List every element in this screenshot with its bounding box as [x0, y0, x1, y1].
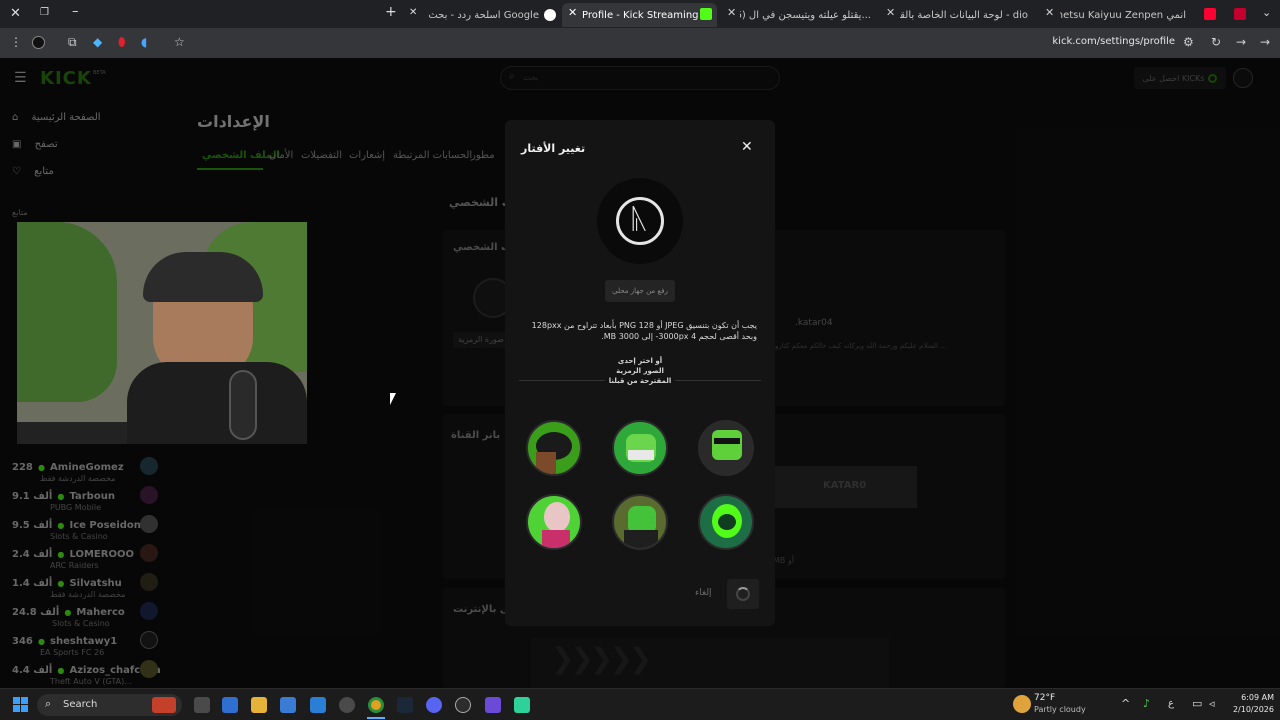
desk	[17, 422, 127, 444]
browser-toolbar: ⋮ ⧉ ◆ ⬮ ◖ ☆ kick.com/settings/profile ⚙ …	[0, 28, 1280, 58]
microphone	[229, 370, 257, 440]
avatar-body	[536, 452, 556, 474]
avatar-requirements: يجب أن تكون بتنسيق JPEG أو PNG 128 بأبعا…	[531, 321, 757, 341]
ms-store-icon[interactable]	[280, 697, 296, 713]
youtube-tab-icon[interactable]	[1204, 8, 1216, 20]
weather-desc: Partly cloudy	[1034, 705, 1086, 714]
weather-icon[interactable]	[1013, 695, 1031, 713]
taskbar-search-label: Search	[63, 699, 98, 710]
cancel-button[interactable]: إلغاء	[695, 588, 712, 598]
steam-icon[interactable]	[397, 697, 413, 713]
tab-close-icon[interactable]: ✕	[886, 6, 895, 19]
tab-label: (16) يقتلو عيلته ويتيسجن في ال...	[740, 9, 871, 21]
bookmark-star-icon[interactable]: ☆	[174, 35, 185, 49]
save-button-loading[interactable]	[727, 579, 759, 609]
volume-icon[interactable]: ◃	[1209, 697, 1215, 710]
streamer-shirt	[127, 362, 307, 444]
avatar-face	[712, 430, 742, 460]
tab-anime[interactable]: Shimetsu Kaiyuu Zenpen انمي	[1060, 3, 1190, 27]
profile-avatar-icon[interactable]	[32, 36, 45, 49]
outlook-icon[interactable]	[310, 697, 326, 713]
tab-close-icon[interactable]: ✕	[727, 6, 736, 19]
tab-close-icon[interactable]: ✕	[1045, 6, 1054, 19]
url-field[interactable]: kick.com/settings/profile	[1000, 36, 1175, 47]
tab-search-icon[interactable]: ⌄	[1262, 6, 1271, 19]
tab-kick-profile[interactable]: Profile - Kick Streaming	[562, 3, 717, 27]
extension-shield-icon[interactable]: ⬮	[118, 35, 126, 50]
google-icon	[544, 9, 556, 21]
obs-icon[interactable]	[455, 697, 471, 713]
ms-office-icon[interactable]	[222, 697, 238, 713]
taskbar-search-input[interactable]: ⌕ Search	[37, 694, 182, 716]
minimize-window-icon[interactable]: –	[72, 4, 79, 19]
app-icon[interactable]	[514, 697, 530, 713]
youtube-pinned-icon[interactable]	[1234, 8, 1246, 20]
suggested-avatar-4[interactable]	[526, 494, 582, 550]
task-view-icon[interactable]	[194, 697, 210, 713]
suggested-avatar-5[interactable]	[612, 494, 668, 550]
menu-dots-icon[interactable]: ⋮	[10, 35, 22, 49]
tab-youtube-video[interactable]: (16) يقتلو عيلته ويتيسجن في ال...	[740, 3, 875, 27]
show-hidden-icons-icon[interactable]: ^	[1121, 697, 1130, 710]
network-icon[interactable]: ▭	[1192, 697, 1202, 710]
tab-label: لوحة البيانات الخاصة بالقناة - dio	[900, 9, 1028, 21]
avatar-face	[718, 514, 736, 530]
tab-label: اسلحة ردد - بحث Google	[428, 9, 539, 21]
avatar-mask	[628, 450, 654, 460]
kick-favicon-icon	[700, 8, 712, 20]
flame-emblem-icon: ᚣ	[631, 202, 648, 235]
mouse-cursor-icon	[390, 393, 396, 405]
loading-spinner-icon	[736, 587, 750, 601]
chrome-icon[interactable]	[368, 697, 384, 713]
search-highlight-icon	[152, 697, 176, 713]
suggested-avatar-3[interactable]	[698, 420, 754, 476]
active-app-indicator	[367, 717, 385, 719]
input-language-indicator[interactable]: ع	[1168, 698, 1174, 709]
headphones	[143, 252, 263, 302]
site-settings-icon[interactable]: ⚙	[1183, 35, 1194, 49]
new-tab-icon[interactable]: +	[385, 4, 397, 20]
webcam-overlay	[17, 222, 307, 444]
tab-google-search[interactable]: اسلحة ردد - بحث Google	[425, 3, 560, 27]
upload-local-button[interactable]: رفع من جهاز محلي	[605, 280, 675, 302]
windows-start-icon[interactable]	[13, 697, 29, 713]
extension-diamond-icon[interactable]: ◆	[93, 35, 102, 49]
tab-label: Profile - Kick Streaming	[582, 9, 699, 21]
close-window-icon[interactable]: ✕	[10, 6, 21, 21]
microphone-icon[interactable]: ♪	[1143, 697, 1150, 710]
windows-taskbar: ⌕ Search 72°F Partly cloudy ^ ♪ ع ▭ ◃ 6:…	[0, 688, 1280, 720]
tab-close-icon[interactable]: ✕	[409, 7, 417, 18]
suggested-avatar-1[interactable]	[526, 420, 582, 476]
plant-left	[17, 222, 117, 402]
back-icon[interactable]: →	[1260, 35, 1270, 49]
reload-icon[interactable]: ↻	[1211, 35, 1221, 49]
close-modal-icon[interactable]: ✕	[741, 139, 753, 155]
forward-icon[interactable]: →	[1236, 35, 1246, 49]
avatar-body	[542, 530, 570, 548]
tab-label: Shimetsu Kaiyuu Zenpen انمي	[1060, 9, 1186, 21]
suggested-avatars-label: أو اختر إحدى الصور الرمزية المقترحة من ق…	[605, 356, 675, 386]
file-explorer-icon[interactable]	[251, 697, 267, 713]
discord-icon[interactable]	[426, 697, 442, 713]
tab-close-icon[interactable]: ✕	[568, 6, 577, 19]
avatar-visor	[714, 438, 740, 444]
settings-gear-icon[interactable]	[339, 697, 355, 713]
restore-window-icon[interactable]: ❐	[40, 7, 49, 18]
weather-temp: 72°F	[1034, 693, 1056, 703]
tab-youtube-studio[interactable]: لوحة البيانات الخاصة بالقناة - dio	[900, 3, 1032, 27]
game-controller-icon[interactable]	[485, 697, 501, 713]
search-icon: ⌕	[45, 697, 52, 710]
modal-title: تغيير الأفتار	[521, 142, 586, 155]
change-avatar-modal: تغيير الأفتار ✕ ᚣ رفع من جهاز محلي يجب أ…	[505, 120, 775, 626]
avatar-preview: ᚣ	[597, 178, 683, 264]
extensions-icon[interactable]: ⧉	[68, 35, 77, 50]
clock-date[interactable]: 2/10/2026	[1226, 705, 1274, 714]
extension-wave-icon[interactable]: ◖	[141, 35, 147, 49]
clock-time[interactable]: 6:09 AM	[1232, 693, 1274, 702]
avatar-face	[544, 502, 570, 532]
avatar-body	[624, 530, 658, 548]
suggested-avatar-6[interactable]	[698, 494, 754, 550]
suggested-avatar-2[interactable]	[612, 420, 668, 476]
browser-tab-strip: ✕ ❐ – + ✕ اسلحة ردد - بحث Google Profile…	[0, 0, 1280, 28]
